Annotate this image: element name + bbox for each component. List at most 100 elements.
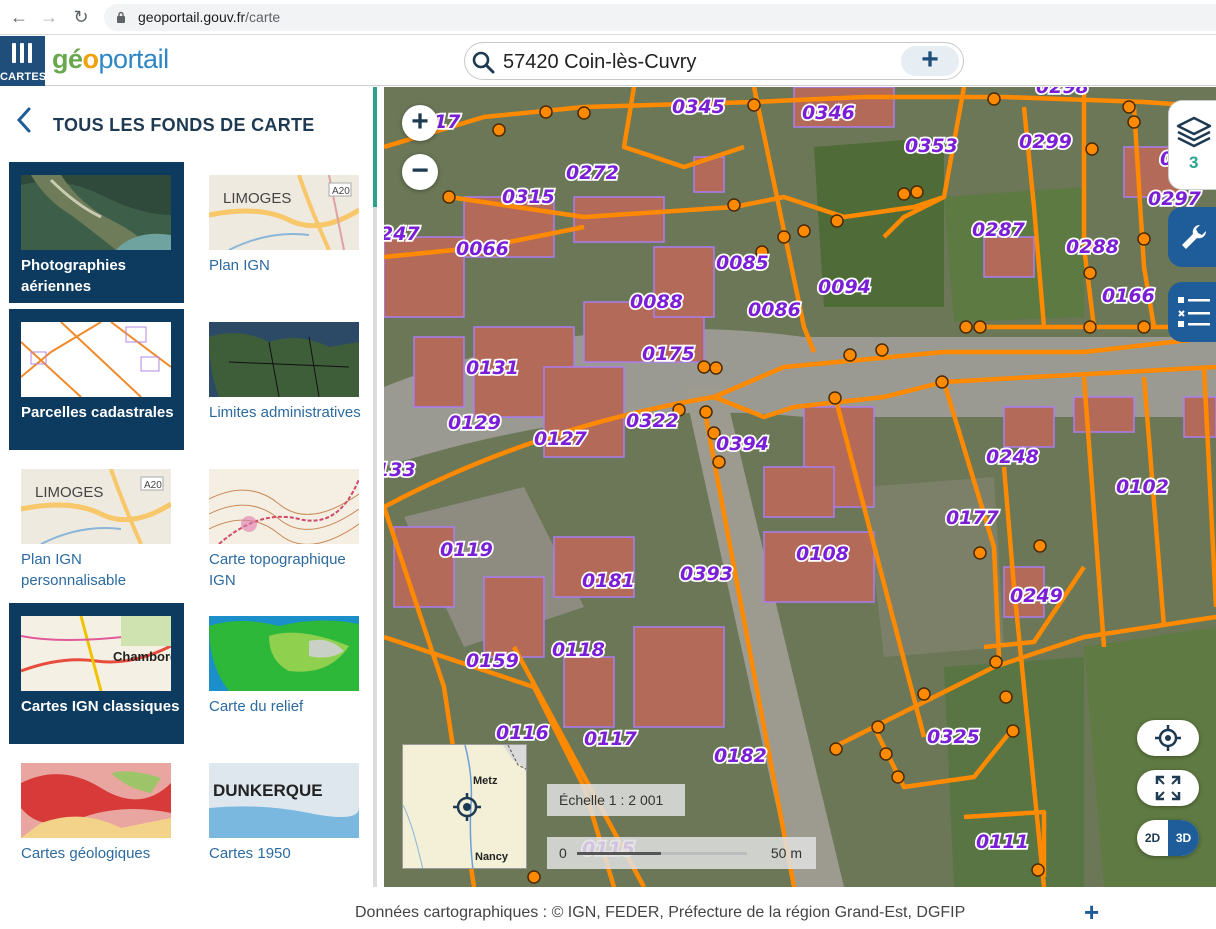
card-label: Cartes géologiques xyxy=(21,845,151,862)
parcel-label: 0346 xyxy=(802,102,855,124)
parcel-label: 0129 xyxy=(448,412,501,434)
legend-list-icon xyxy=(1178,297,1210,327)
card-label: Carte topographique IGN xyxy=(209,551,346,589)
address-bar[interactable]: geoportail.gouv.fr/carte xyxy=(104,4,1216,31)
reload-icon[interactable]: ↻ xyxy=(70,6,92,28)
forward-arrow-icon[interactable]: → xyxy=(38,6,60,28)
cartes-menu-button[interactable]: CARTES xyxy=(0,36,46,86)
card-label: Limites administratives xyxy=(209,404,361,421)
a20-text: A20 xyxy=(144,480,162,491)
crosshair-icon xyxy=(1155,725,1181,751)
back-chevron-icon[interactable] xyxy=(12,105,36,135)
aerial-thumbnail xyxy=(21,175,171,250)
overview-metz-label: Metz xyxy=(473,775,498,787)
card-label: Cartes IGN classiques xyxy=(21,698,180,715)
attribution-expand-button[interactable]: + xyxy=(1084,897,1099,928)
tools-tab[interactable] xyxy=(1168,207,1216,267)
topo-thumbnail xyxy=(209,469,359,544)
parcel-label: 0102 xyxy=(1116,476,1169,498)
card-label: Carte du relief xyxy=(209,698,304,715)
menu-bars-icon xyxy=(12,43,32,63)
parcel-label: 0325 xyxy=(927,726,980,748)
parcel-label: 0131 xyxy=(466,357,519,379)
search-value: 57420 Coin-lès-Cuvry xyxy=(503,51,697,73)
parcel-label: 0119 xyxy=(440,539,493,561)
2d-3d-toggle[interactable]: 2D 3D xyxy=(1137,820,1199,856)
sidebar-title: TOUS LES FONDS DE CARTE xyxy=(53,115,315,135)
attribution-text: Données cartographiques : © IGN, FEDER, … xyxy=(355,904,966,921)
scalebar-segment xyxy=(577,852,661,855)
legend-tab[interactable] xyxy=(1168,282,1216,342)
parcel-label: 0298 xyxy=(1036,87,1089,98)
basemap-card-plan-ign-perso[interactable]: LIMOGES A20 Plan IGN personnalisable xyxy=(9,456,184,597)
parcel-label: 0299 xyxy=(1019,131,1072,153)
basemap-sidebar: TOUS LES FONDS DE CARTE Photographies aé… xyxy=(0,87,384,887)
dunkerque-text: DUNKERQUE xyxy=(213,781,323,800)
scrollbar-thumb[interactable] xyxy=(373,87,377,207)
back-arrow-icon[interactable]: ← xyxy=(8,6,30,28)
parcel-label: 0117 xyxy=(584,728,638,750)
scale-bar: 0 50 m xyxy=(547,837,816,869)
basemap-card-ign-classiques[interactable]: Chambord Cartes IGN classiques xyxy=(9,603,184,744)
parcel-label: 0166 xyxy=(1102,285,1155,307)
parcel-label: 0315 xyxy=(502,186,555,208)
card-label: Cartes 1950 xyxy=(209,845,291,862)
map-view[interactable]: 0345 0346 0298 0299 0353 0272 0315 0066 … xyxy=(384,87,1216,887)
zoom-out-button[interactable]: − xyxy=(402,154,438,190)
parcel-label: 247 xyxy=(384,223,420,245)
scalebar-start: 0 xyxy=(559,845,567,861)
search-icon xyxy=(472,51,495,74)
scale-indicator: Échelle 1 : 2 001 xyxy=(547,784,685,816)
fullscreen-button[interactable] xyxy=(1137,770,1199,806)
basemap-card-aerial[interactable]: Photographies aériennes xyxy=(9,162,184,303)
layers-tab[interactable]: 3 xyxy=(1168,100,1216,190)
basemap-card-parcelles[interactable]: Parcelles cadastrales xyxy=(9,309,184,450)
parcel-label: 0393 xyxy=(680,563,733,585)
relief-thumbnail xyxy=(209,616,359,691)
basemap-card-plan-ign[interactable]: LIMOGES A20 Plan IGN xyxy=(197,162,372,303)
parcel-label: 0175 xyxy=(642,343,695,365)
parcel-label: 0287 xyxy=(972,219,1026,241)
geolocate-button[interactable] xyxy=(1137,720,1199,756)
browser-toolbar: ← → ↻ geoportail.gouv.fr/carte xyxy=(0,0,1216,35)
url-text: geoportail.gouv.fr/carte xyxy=(138,9,281,25)
parcel-label: 0111 xyxy=(976,831,1029,853)
parcel-label: 0088 xyxy=(630,291,683,313)
zoom-in-button[interactable]: + xyxy=(402,105,438,141)
basemap-card-relief[interactable]: Carte du relief xyxy=(197,603,372,744)
parcel-label: 0345 xyxy=(672,96,725,118)
layer-count-badge: 3 xyxy=(1189,153,1199,172)
fullscreen-icon xyxy=(1155,775,1181,801)
basemap-card-limites[interactable]: Limites administratives xyxy=(197,309,372,450)
2d-option[interactable]: 2D xyxy=(1137,820,1168,856)
basemap-card-1950[interactable]: DUNKERQUE Cartes 1950 xyxy=(197,750,372,891)
geoportail-logo[interactable]: géoportail xyxy=(52,44,169,75)
parcel-label: 17 xyxy=(434,111,461,133)
basemap-card-topo[interactable]: Carte topographique IGN xyxy=(197,456,372,597)
ign-classiques-thumbnail: Chambord xyxy=(21,616,171,691)
parcel-label: 133 xyxy=(384,459,416,481)
parcel-label: 0177 xyxy=(946,507,1000,529)
parcel-label: 0118 xyxy=(552,639,605,661)
card-label: Plan IGN xyxy=(209,257,270,274)
wrench-icon xyxy=(1182,224,1207,249)
layers-icon xyxy=(1176,116,1212,148)
basemap-card-geologiques[interactable]: Cartes géologiques xyxy=(9,750,184,891)
card-label: Parcelles cadastrales xyxy=(21,404,174,421)
sidebar-scrollbar[interactable] xyxy=(373,87,377,887)
attribution-footer: Données cartographiques : © IGN, FEDER, … xyxy=(0,888,1216,929)
parcel-label: 0116 xyxy=(496,722,549,744)
search-input[interactable]: 57420 Coin-lès-Cuvry + xyxy=(464,42,964,80)
parcel-label: 0288 xyxy=(1066,236,1119,258)
cartes-1950-thumbnail: DUNKERQUE xyxy=(209,763,359,838)
parcel-label: 0322 xyxy=(626,410,679,432)
parcel-label: 0353 xyxy=(905,135,958,157)
overview-nancy-label: Nancy xyxy=(475,851,509,863)
overview-minimap[interactable]: Metz Nancy xyxy=(402,744,527,869)
limites-thumbnail xyxy=(209,322,359,397)
parcel-label: 0066 xyxy=(456,238,509,260)
3d-option[interactable]: 3D xyxy=(1168,820,1199,856)
parcel-label: 0086 xyxy=(748,299,801,321)
search-add-button[interactable]: + xyxy=(901,45,959,76)
parcel-label: 0085 xyxy=(716,252,769,274)
